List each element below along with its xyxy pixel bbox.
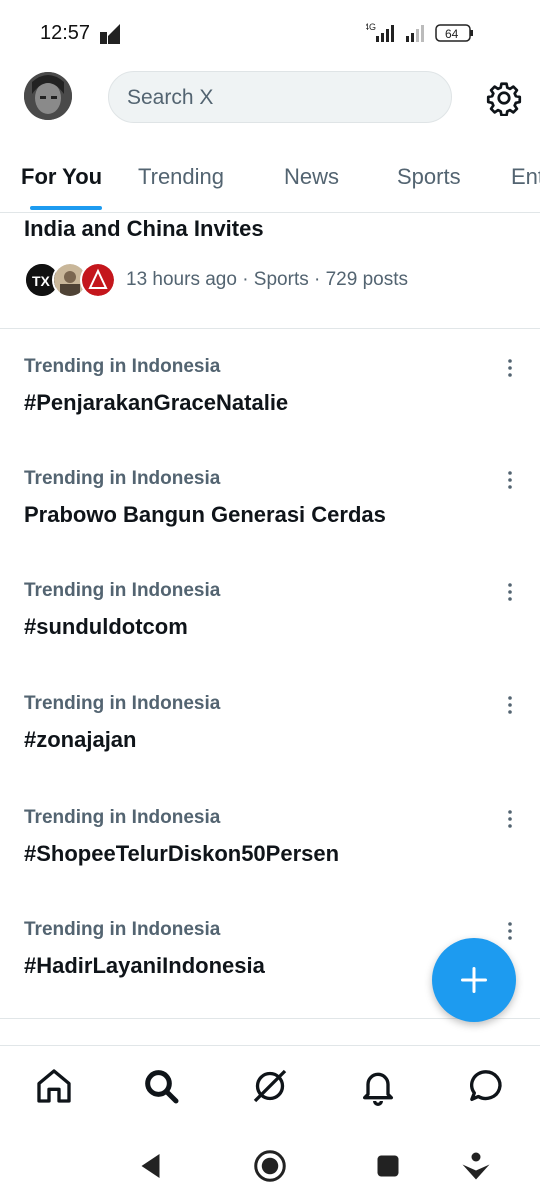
trend-name: #sunduldotcom [24,614,188,639]
battery-level: 64 [445,27,459,41]
trend-context: Trending in Indonesia [24,356,221,377]
more-icon[interactable] [498,807,522,831]
bottom-nav [0,1045,540,1128]
more-icon[interactable] [498,693,522,717]
trend-context: Trending in Indonesia [24,807,221,828]
top-header: Search X [0,64,540,134]
more-icon[interactable] [498,468,522,492]
plus-icon [461,967,487,993]
more-icon[interactable] [498,356,522,380]
profile-avatar[interactable] [24,72,72,120]
back-icon[interactable] [134,1148,170,1184]
gear-icon[interactable] [486,80,522,116]
trend-item[interactable]: Trending in Indonesia #ShopeeTelurDiskon… [0,807,540,919]
messages-icon[interactable] [466,1066,506,1106]
trend-item[interactable]: Trending in Indonesia Prabowo Bangun Gen… [0,468,540,580]
home-icon[interactable] [34,1066,74,1106]
trend-item[interactable]: Trending in Indonesia #zonajajan [0,693,540,805]
news-avatars: TX [24,262,116,298]
grok-icon[interactable] [250,1066,290,1106]
notification-icon [100,24,120,44]
tab-sports[interactable]: Sports [397,164,461,190]
search-placeholder: Search X [127,86,214,109]
trend-name: #ShopeeTelurDiskon50Persen [24,841,340,866]
home-circle-icon[interactable] [252,1148,288,1184]
trend-name: Prabowo Bangun Generasi Cerdas [24,502,386,527]
search-icon[interactable] [141,1066,181,1106]
status-time: 12:57 [40,22,91,44]
recents-icon[interactable] [370,1148,406,1184]
tab-news[interactable]: News [284,164,339,190]
trend-context: Trending in Indonesia [24,580,221,601]
tab-entertainment[interactable]: Ent [511,164,540,190]
tab-trending[interactable]: Trending [138,164,224,190]
system-nav [0,1140,540,1200]
more-icon[interactable] [498,580,522,604]
tab-for-you[interactable]: For You [21,164,102,190]
status-bar: 12:57 4G 64 [0,0,540,64]
explore-tabs: For You Trending News Sports Ent [0,150,540,213]
compose-button[interactable] [432,938,516,1022]
trend-item[interactable]: Trending in Indonesia #sunduldotcom [0,580,540,692]
signal-battery-icons: 4G 64 [364,22,473,42]
trend-context: Trending in Indonesia [24,468,221,489]
active-tab-indicator [30,206,102,210]
news-headline: India and China Invites [24,216,264,241]
source-avatar-icon [80,262,116,298]
news-item[interactable]: India and China Invites TX 13 hours ago … [0,212,540,329]
assistant-icon[interactable] [458,1148,494,1184]
network-type: 4G [366,22,376,32]
trend-context: Trending in Indonesia [24,693,221,714]
search-input[interactable]: Search X [108,71,452,123]
status-icons: 4G 64 [364,22,506,49]
trend-name: #zonajajan [24,727,137,752]
news-meta: 13 hours ago · Sports · 729 posts [126,269,408,290]
notifications-icon[interactable] [358,1066,398,1106]
trend-item[interactable]: Trending in Indonesia #PenjarakanGraceNa… [0,356,540,468]
trend-name: #PenjarakanGraceNatalie [24,390,289,415]
svg-text:TX: TX [32,273,51,289]
trend-context: Trending in Indonesia [24,919,221,940]
trend-name: #HadirLayaniIndonesia [24,953,265,978]
